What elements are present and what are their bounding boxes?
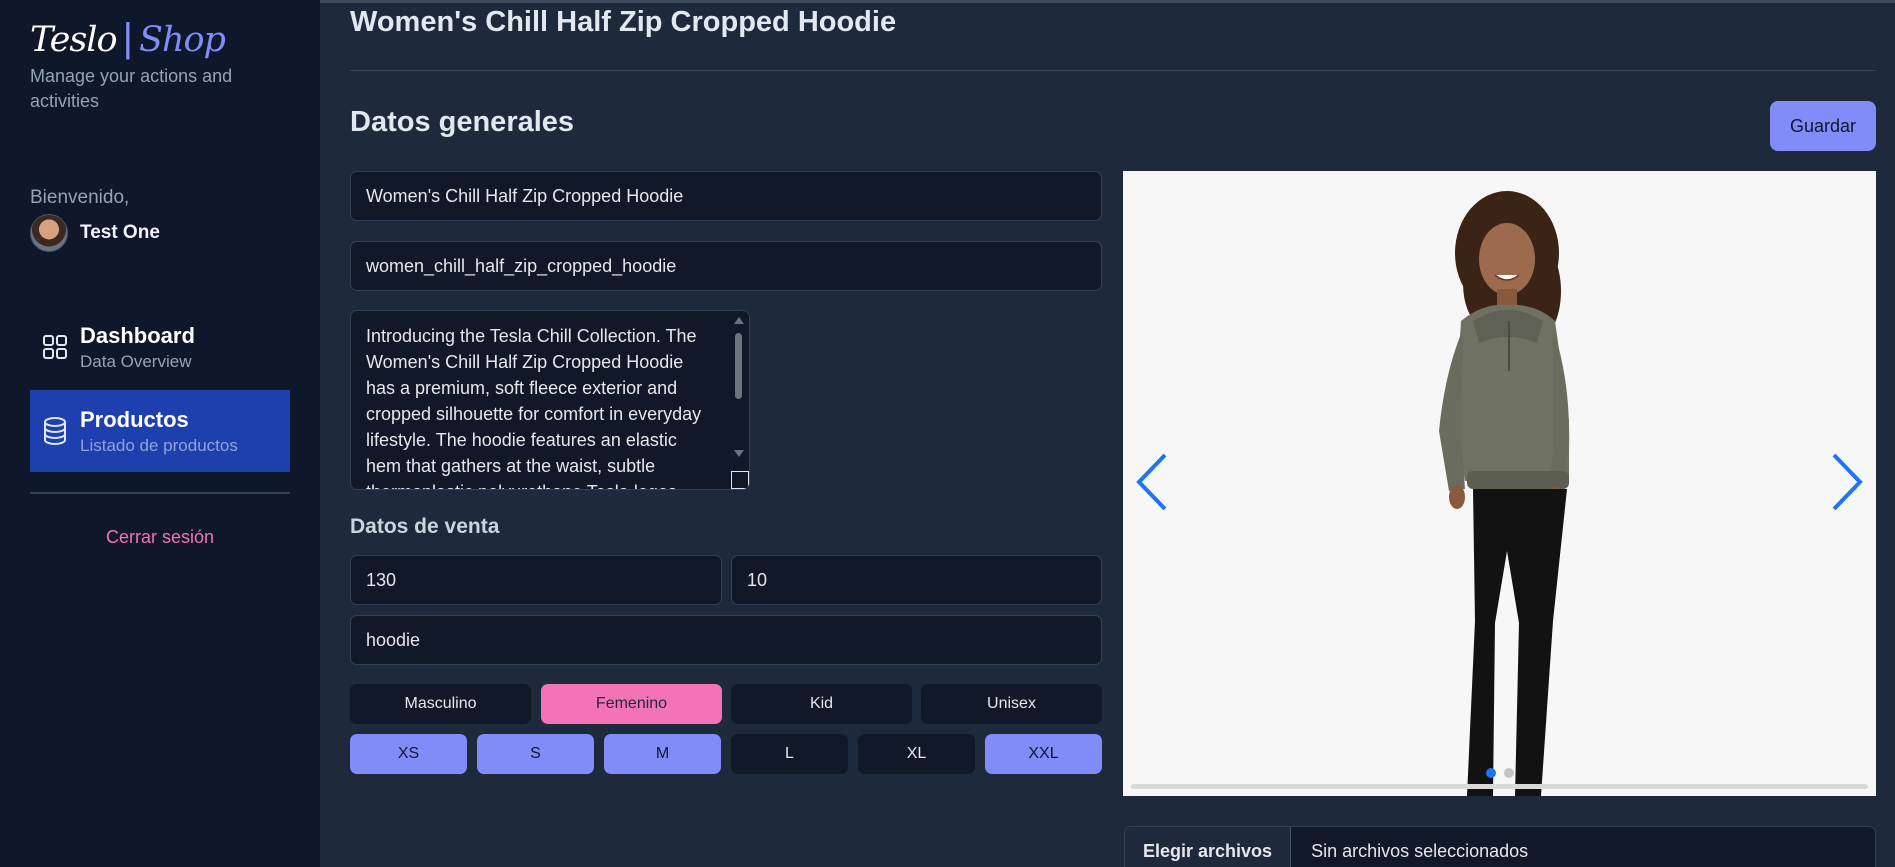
section-title: Datos generales: [350, 106, 575, 138]
tags-input[interactable]: hoodie: [350, 615, 1102, 665]
carousel-dot[interactable]: [1504, 768, 1514, 778]
gender-unisex-button[interactable]: Unisex: [921, 684, 1102, 724]
carousel-pagination: [1486, 768, 1514, 778]
carousel-dot[interactable]: [1486, 768, 1496, 778]
main-content: Women's Chill Half Zip Cropped Hoodie Da…: [350, 0, 1876, 867]
product-image-carousel[interactable]: [1123, 171, 1876, 796]
file-upload-input[interactable]: Elegir archivos Sin archivos seleccionad…: [1124, 826, 1876, 867]
app-tagline: Manage your actions and activities: [30, 66, 233, 111]
sidebar-item-productos[interactable]: Productos Listado de productos: [30, 390, 290, 472]
product-image: [1439, 191, 1570, 796]
sidebar-item-dashboard[interactable]: Dashboard Data Overview: [30, 306, 290, 388]
sales-section-title: Datos de venta: [350, 515, 500, 538]
gender-masculino-button[interactable]: Masculino: [350, 684, 531, 724]
save-button[interactable]: Guardar: [1770, 101, 1876, 151]
user-name: Test One: [80, 222, 160, 243]
sidebar-item-subtitle: Listado de productos: [80, 435, 238, 455]
gender-kid-button[interactable]: Kid: [731, 684, 912, 724]
sidebar: Teslo | Shop Manage your actions and act…: [0, 0, 320, 867]
description-textarea[interactable]: Introducing the Tesla Chill Collection. …: [350, 310, 750, 490]
logo-teslo: Teslo: [30, 20, 118, 60]
size-s-button[interactable]: S: [477, 734, 594, 774]
sidebar-item-title: Productos: [80, 406, 189, 432]
welcome-text: Bienvenido,: [30, 187, 130, 208]
description-text: Introducing the Tesla Chill Collection. …: [366, 326, 702, 489]
grid-icon: [30, 334, 80, 360]
title-divider: [350, 70, 1876, 71]
logout-link[interactable]: Cerrar sesión: [30, 527, 290, 548]
size-xl-button[interactable]: XL: [858, 734, 975, 774]
scroll-up-icon[interactable]: [734, 317, 744, 324]
sidebar-item-title: Dashboard: [80, 322, 195, 348]
logo-shop: Shop: [138, 20, 226, 60]
carousel-scrollbar[interactable]: [1131, 784, 1868, 789]
title-input[interactable]: Women's Chill Half Zip Cropped Hoodie: [350, 171, 1102, 221]
description-scrollbar[interactable]: [733, 317, 745, 457]
carousel-next-icon[interactable]: [1830, 453, 1864, 516]
resize-handle-icon[interactable]: [731, 471, 749, 489]
gender-femenino-button[interactable]: Femenino: [541, 684, 722, 724]
scroll-thumb[interactable]: [735, 333, 742, 399]
size-l-button[interactable]: L: [731, 734, 848, 774]
size-xs-button[interactable]: XS: [350, 734, 467, 774]
user-profile: Test One: [30, 214, 160, 252]
logo-separator: |: [122, 16, 133, 60]
scroll-down-icon[interactable]: [734, 450, 744, 457]
sidebar-divider: [30, 492, 290, 494]
choose-files-button[interactable]: Elegir archivos: [1125, 827, 1292, 867]
size-xxl-button[interactable]: XXL: [985, 734, 1102, 774]
page-title: Women's Chill Half Zip Cropped Hoodie: [350, 6, 897, 38]
app-logo[interactable]: Teslo | Shop: [30, 16, 226, 61]
carousel-prev-icon[interactable]: [1135, 453, 1169, 516]
size-m-button[interactable]: M: [604, 734, 721, 774]
file-status-text: Sin archivos seleccionados: [1311, 840, 1529, 861]
slug-input[interactable]: women_chill_half_zip_cropped_hoodie: [350, 241, 1102, 291]
price-input[interactable]: 130: [350, 555, 722, 605]
stock-input[interactable]: 10: [731, 555, 1102, 605]
sidebar-item-subtitle: Data Overview: [80, 351, 192, 371]
database-icon: [30, 417, 80, 445]
avatar: [30, 214, 68, 252]
